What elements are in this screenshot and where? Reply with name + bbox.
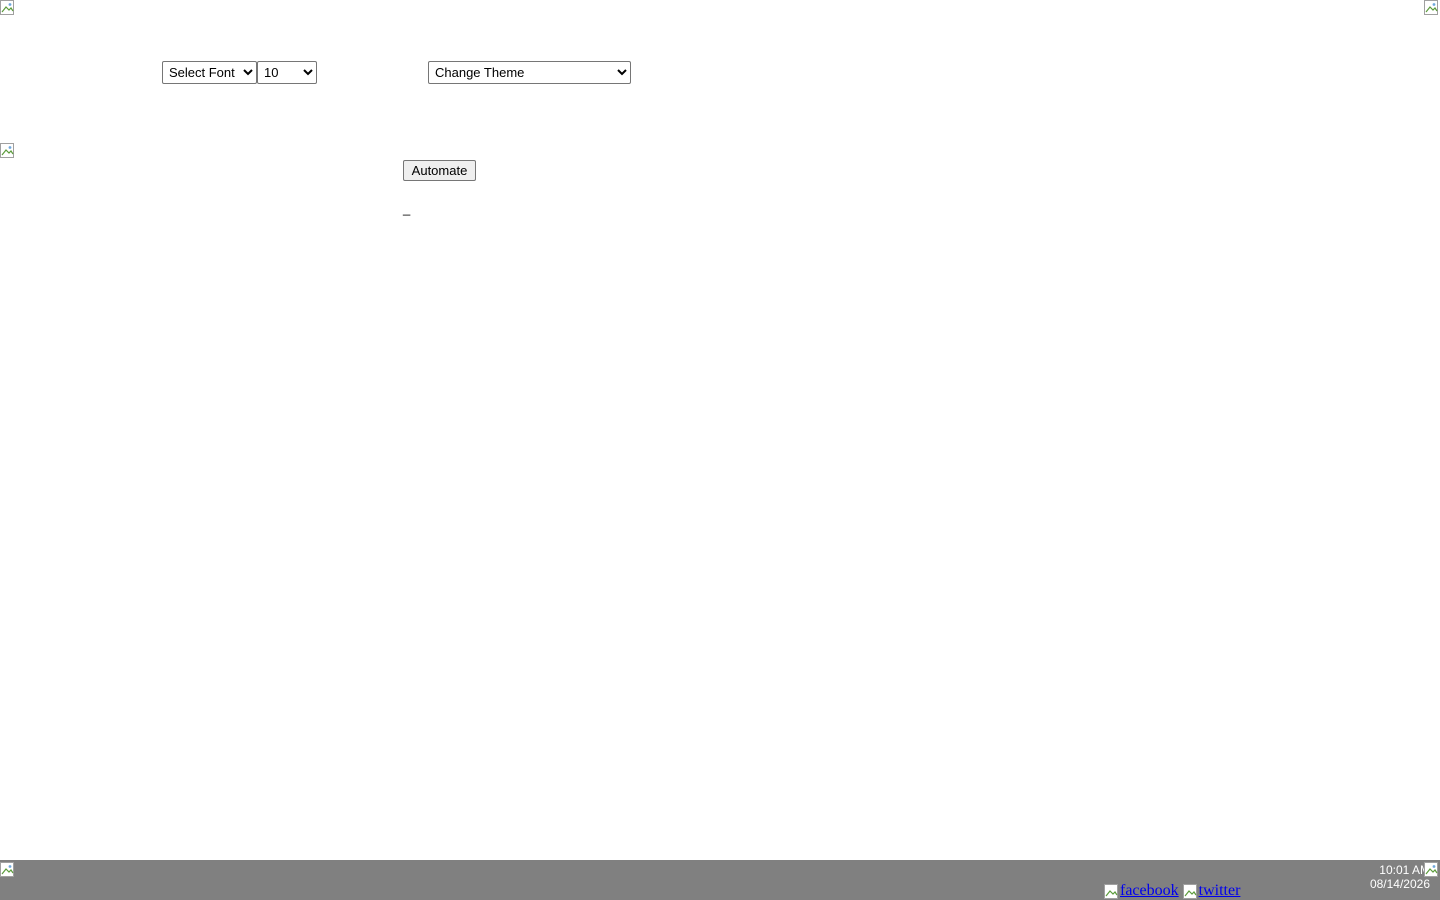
clock-date: 08/14/2026: [1369, 877, 1430, 891]
text-cursor: _: [403, 201, 411, 216]
broken-image-icon: [0, 143, 16, 159]
facebook-label: facebook: [1120, 882, 1179, 899]
broken-image-icon: [1424, 862, 1440, 878]
broken-image-icon: [0, 0, 16, 16]
broken-image-icon: [1424, 0, 1440, 16]
taskbar: facebook twitter 10:01 AM 08/14/2026: [0, 860, 1440, 900]
facebook-link[interactable]: facebook: [1104, 882, 1179, 900]
facebook-icon: [1104, 884, 1120, 900]
clock-time: 10:01 AM: [1379, 863, 1430, 877]
twitter-label: twitter: [1198, 882, 1241, 899]
broken-image-icon: [0, 862, 16, 878]
taskbar-clock: 10:01 AM 08/14/2026: [1370, 863, 1430, 891]
twitter-icon: [1182, 884, 1199, 900]
twitter-link[interactable]: twitter: [1182, 882, 1241, 900]
social-links: facebook twitter: [1104, 882, 1240, 900]
font-select[interactable]: Select Font: [162, 61, 257, 84]
font-size-select[interactable]: 10: [257, 61, 317, 84]
automate-button[interactable]: Automate: [403, 160, 476, 181]
theme-select[interactable]: Change Theme: [428, 61, 631, 84]
